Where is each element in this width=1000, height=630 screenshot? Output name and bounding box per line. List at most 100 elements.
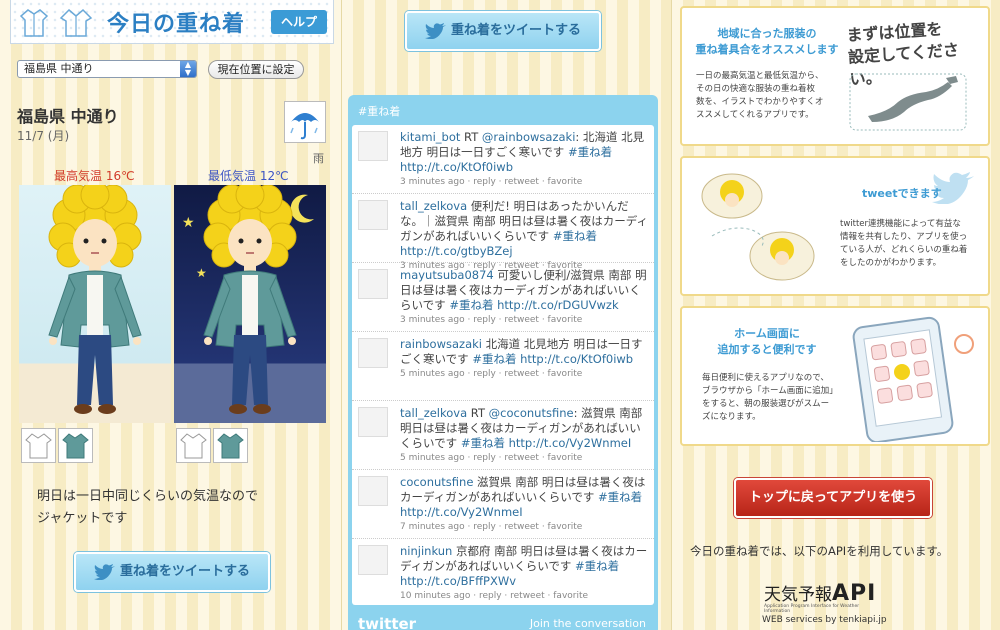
tweet-outfit-button[interactable]: 重ね着をツイートする (405, 11, 601, 51)
tweet-item: tall_zelkova RT @coconutsfine: 滋賀県 南部 明日… (352, 401, 654, 470)
avatar[interactable] (358, 476, 388, 506)
tweet-hashtag[interactable]: #重ね着 (575, 559, 619, 573)
tweet-link[interactable]: http://t.co/KtOf0iwb (520, 352, 633, 366)
weather-api-logo[interactable]: 天気予報API (764, 580, 876, 606)
tweet-time[interactable]: 3 minutes ago (400, 177, 465, 187)
jacket-thumbnail (58, 428, 93, 463)
tweet-time[interactable]: 5 minutes ago (400, 369, 465, 379)
tweet-link[interactable]: http://t.co/Vy2WnmeI (400, 505, 523, 519)
tweet-action-reply[interactable]: reply (473, 453, 496, 463)
app-panel-main: 今日の重ね着 ヘルプ 福島県 中通り ▲ ▼ 現在位置に設定 福島県 中通り 11… (0, 0, 342, 630)
tweet-time[interactable]: 7 minutes ago (400, 522, 465, 532)
promo-tweet-card: tweetできます twitter連携機能によって有益な 情報を共有したり、アプ… (680, 156, 990, 296)
region-select-value: 福島県 中通り (24, 62, 94, 75)
tweet-action-reply[interactable]: reply (473, 315, 496, 325)
app-header: 今日の重ね着 ヘルプ (10, 0, 334, 44)
weather-label: 雨 (313, 152, 324, 165)
tweet-action-retweet[interactable]: retweet (504, 315, 539, 325)
tweet-username[interactable]: tall_zelkova (400, 199, 467, 213)
promo-title-line: 地域に合った服装の (717, 27, 817, 40)
app-title: 今日の重ね着 (107, 11, 246, 37)
set-current-location-button[interactable]: 現在位置に設定 (208, 60, 304, 79)
avatar[interactable] (358, 545, 388, 575)
tweet-button-label: 重ね着をツイートする (119, 564, 250, 579)
api-logo-en: API (832, 581, 877, 606)
tweet-action-reply[interactable]: reply (473, 522, 496, 532)
tweet-hashtag[interactable]: #重ね着 (568, 145, 612, 159)
promo-body-line: ススメしてくれるアプリです。 (696, 110, 814, 120)
tweet-hashtag[interactable]: #重ね着 (472, 352, 516, 366)
tweet-action-retweet[interactable]: retweet (504, 522, 539, 532)
tweet-mention[interactable]: @rainbowsazaki (482, 130, 575, 144)
tweet-username[interactable]: tall_zelkova (400, 406, 467, 420)
tweet-link[interactable]: http://t.co/BFffPXWv (400, 574, 516, 588)
tweet-text: kitami_bot RT @rainbowsazaki: 北海道 北見地方 明… (400, 130, 648, 175)
avatar[interactable] (358, 200, 388, 230)
japan-map-illustration (849, 73, 967, 131)
min-temp-label: 最低気温 12℃ (208, 169, 289, 183)
region-select[interactable]: 福島県 中通り ▲ ▼ (17, 60, 197, 78)
tweet-hashtag[interactable]: #重ね着 (553, 229, 597, 243)
tweet-action-retweet[interactable]: retweet (504, 177, 539, 187)
svg-text:★: ★ (182, 215, 195, 231)
tweet-time[interactable]: 10 minutes ago (400, 591, 470, 601)
tweet-hashtag[interactable]: #重ね着 (461, 436, 505, 450)
sun-icon (954, 334, 974, 354)
tweet-action-favorite[interactable]: favorite (548, 315, 583, 325)
outfit-illustration-min: ★ ★ (174, 185, 326, 423)
tweet-outfit-button[interactable]: 重ね着をツイートする (74, 552, 270, 592)
promo-body-line: をすると、朝の服装選びがスムー (702, 399, 830, 409)
tweet-action-reply[interactable]: reply (473, 369, 496, 379)
tweet-mention[interactable]: @coconutsfine (489, 406, 574, 420)
tweet-action-favorite[interactable]: favorite (548, 177, 583, 187)
promo-body-line: ズになります。 (702, 412, 761, 422)
twitter-widget: #重ね着 kitami_bot RT @rainbowsazaki: 北海道 北… (348, 95, 658, 630)
moon-icon (290, 194, 314, 223)
tweet-action-favorite[interactable]: favorite (548, 369, 583, 379)
shirt-thumbnail (21, 428, 56, 463)
avatar[interactable] (358, 338, 388, 368)
tweet-text: tall_zelkova 便利だ! 明日はあったかいんだな。｜滋賀県 南部 明日… (400, 199, 648, 259)
help-button[interactable]: ヘルプ (271, 10, 327, 34)
tweet-action-retweet[interactable]: retweet (504, 369, 539, 379)
api-logo-subtitle: Application Program Interface for Weathe… (764, 604, 860, 614)
tweet-action-reply[interactable]: reply (479, 591, 502, 601)
tweet-hashtag[interactable]: #重ね着 (449, 298, 493, 312)
promo-body-line: をしたのかがわかります。 (840, 258, 942, 268)
tweet-link[interactable]: http://t.co/KtOf0iwb (400, 160, 513, 174)
tweet-link[interactable]: http://t.co/rDGUVwzk (497, 298, 619, 312)
tweet-action-favorite[interactable]: favorite (548, 453, 583, 463)
tweet-username[interactable]: kitami_bot (400, 130, 460, 144)
tweet-list: kitami_bot RT @rainbowsazaki: 北海道 北見地方 明… (352, 125, 654, 605)
promo-body-line: 数を、イラストでわかりやすくオ (696, 97, 824, 107)
twitter-panel: 重ね着をツイートする #重ね着 kitami_bot RT @rainbowsa… (342, 0, 672, 630)
avatar[interactable] (358, 269, 388, 299)
tweet-link[interactable]: http://t.co/gtbyBZej (400, 244, 513, 258)
avatar[interactable] (358, 131, 388, 161)
tweet-item: rainbowsazaki 北海道 北見地方 明日は一日すごく寒いです #重ね着… (352, 332, 654, 401)
join-conversation-link[interactable]: Join the conversation (530, 617, 646, 630)
tweet-username[interactable]: mayutsuba0874 (400, 268, 494, 282)
tweet-link[interactable]: http://t.co/Vy2WnmeI (509, 436, 632, 450)
promo-title-line: 追加すると便利です (717, 343, 817, 356)
promo-body: twitter連携機能によって有益な 情報を共有したり、アプリを使っ ている人が… (840, 218, 967, 270)
tweet-action-reply[interactable]: reply (473, 177, 496, 187)
promo-body-line: その日の快適な服装の重ね着枚 (696, 84, 816, 94)
back-to-app-button[interactable]: トップに戻ってアプリを使う (734, 478, 932, 518)
tweet-action-favorite[interactable]: favorite (548, 522, 583, 532)
promo-body-line: 一日の最高気温と最低気温から、 (696, 71, 824, 81)
tweet-action-retweet[interactable]: retweet (504, 453, 539, 463)
tweet-time[interactable]: 5 minutes ago (400, 453, 465, 463)
tweet-text: coconutsfine 滋賀県 南部 明日は昼は暑く夜はカーディガンがあればい… (400, 475, 648, 520)
tweet-username[interactable]: rainbowsazaki (400, 337, 482, 351)
tweet-time[interactable]: 3 minutes ago (400, 315, 465, 325)
tweet-action-favorite[interactable]: favorite (553, 591, 588, 601)
avatar[interactable] (358, 407, 388, 437)
place-name: 福島県 中通り (17, 107, 119, 126)
tweet-action-retweet[interactable]: retweet (510, 591, 545, 601)
outfit-illustration-max (19, 185, 171, 423)
tweet-hashtag[interactable]: #重ね着 (598, 490, 642, 504)
svg-text:★: ★ (196, 266, 207, 280)
tweet-username[interactable]: ninjinkun (400, 544, 452, 558)
tweet-username[interactable]: coconutsfine (400, 475, 473, 489)
